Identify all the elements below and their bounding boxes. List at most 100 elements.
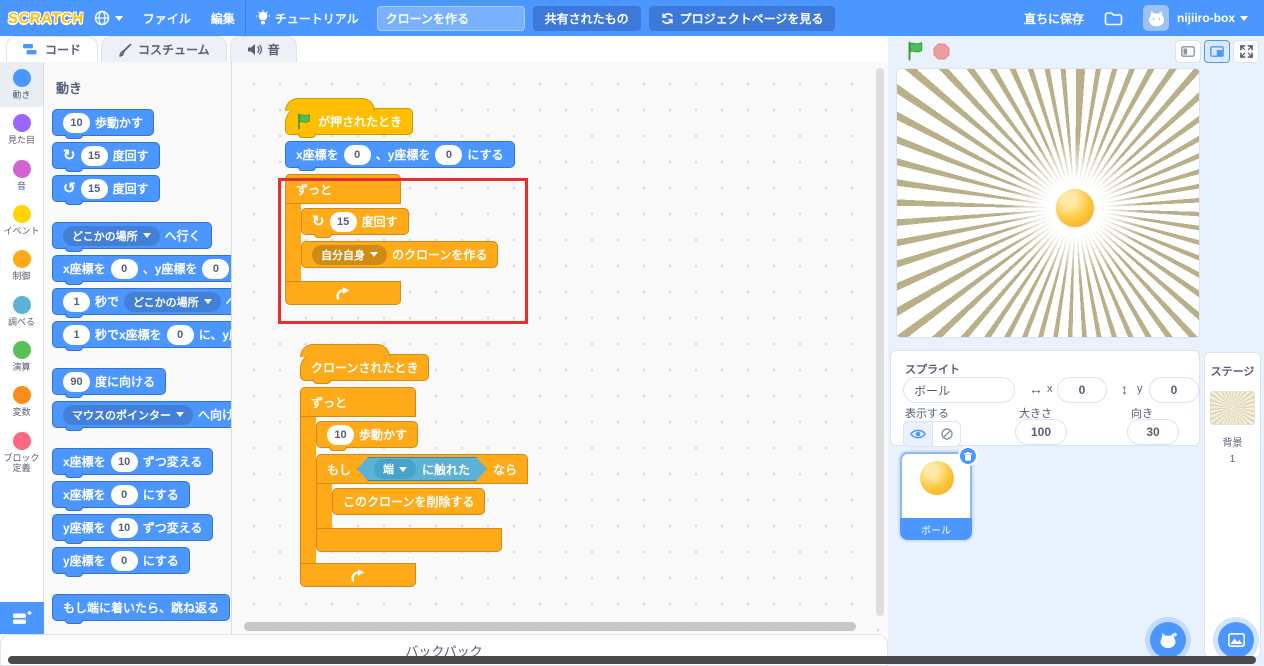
palette-block[interactable]: 10歩動かす [52, 109, 154, 136]
sprite-x-input[interactable] [1057, 377, 1107, 403]
block-number-input[interactable]: 0 [435, 145, 462, 165]
palette-block[interactable]: x座標を0にする [52, 481, 190, 508]
move-steps-block[interactable]: 10 歩動かす [316, 421, 418, 448]
block-dropdown[interactable]: 端 [374, 459, 416, 479]
when-flag-clicked-block[interactable]: が押されたとき [285, 108, 413, 135]
block-dropdown[interactable]: マウスのポインター [63, 405, 193, 425]
block-number-input[interactable]: 0 [111, 485, 138, 505]
script-area[interactable]: が押されたとき x座標を 0 、y座標を 0 にする ずっと ↻ 15 度回す [232, 62, 888, 634]
block-number-input[interactable]: 1 [63, 292, 90, 312]
add-sprite-button[interactable] [1150, 622, 1186, 658]
fullscreen-button[interactable] [1233, 40, 1259, 63]
stage-panel-area: スプライト ↔ x ↕ y 表示する 大きさ 向き ボール ステージ 背景 [888, 36, 1264, 666]
save-now-button[interactable]: 直ちに保存 [1014, 0, 1094, 36]
palette-block[interactable]: x座標を0、y座標を0にする [52, 255, 232, 282]
when-cloned-block[interactable]: クローンされたとき [300, 354, 429, 381]
block-number-input[interactable]: 15 [330, 212, 357, 232]
canvas-vertical-scrollbar[interactable] [876, 68, 884, 616]
ball-sprite[interactable] [1056, 189, 1094, 227]
sprite-direction-input[interactable] [1127, 419, 1179, 445]
block-number-input[interactable]: 15 [81, 179, 108, 199]
scratch-logo[interactable]: SCRATCH [7, 10, 84, 27]
palette-block[interactable]: 1秒でどこかの場所へ行く [52, 288, 232, 315]
language-selector[interactable] [84, 0, 133, 36]
category-item[interactable]: 調べる [0, 289, 43, 334]
script-stack-clone[interactable]: クローンされたとき ずっと 10 歩動かす もし 端 に [300, 342, 528, 591]
default-stage-button[interactable] [1204, 40, 1230, 63]
tab-sounds[interactable]: 音 [230, 36, 297, 62]
shared-button[interactable]: 共有されたもの [533, 6, 641, 31]
sprite-name-input[interactable] [903, 377, 1015, 403]
avatar[interactable] [1143, 5, 1169, 31]
add-backdrop-button[interactable] [1218, 622, 1254, 658]
block-dropdown[interactable]: どこかの場所 [63, 226, 160, 246]
delete-sprite-button[interactable] [958, 446, 978, 466]
forever-block[interactable]: ずっと ↻ 15 度回す 自分自身 のクローンを作る [285, 174, 498, 305]
category-item[interactable]: ブロック定義 [0, 425, 43, 481]
touching-boolean-block[interactable]: 端 に触れた [357, 457, 487, 481]
palette-block[interactable]: y座標を10ずつ変える [52, 514, 213, 541]
palette-block[interactable]: 1秒でx座標を0に、y座標を0 [52, 321, 232, 348]
block-number-input[interactable]: 10 [111, 452, 138, 472]
category-item[interactable]: 変数 [0, 379, 43, 424]
category-item[interactable]: 音 [0, 153, 43, 198]
block-number-input[interactable]: 10 [111, 518, 138, 538]
block-number-input[interactable]: 0 [111, 259, 138, 279]
menu-file[interactable]: ファイル [133, 0, 201, 36]
if-block[interactable]: もし 端 に触れた なら このクローンを削除する [316, 454, 528, 552]
green-flag-button[interactable] [906, 41, 926, 61]
block-number-input[interactable]: 10 [327, 425, 354, 445]
page-scrollbar[interactable] [8, 656, 1256, 664]
palette-block[interactable]: x座標を10ずつ変える [52, 448, 213, 475]
category-item[interactable]: 動き [0, 62, 43, 107]
script-stack-flag[interactable]: が押されたとき x座標を 0 、y座標を 0 にする ずっと ↻ 15 度回す [285, 96, 515, 309]
add-extension-button[interactable] [0, 602, 44, 634]
tab-code[interactable]: コード [6, 36, 98, 62]
see-project-page-button[interactable]: プロジェクトページを見る [649, 6, 836, 31]
delete-clone-block[interactable]: このクローンを削除する [332, 488, 485, 515]
sprite-y-input[interactable] [1149, 377, 1199, 403]
palette-block[interactable]: y座標を0にする [52, 547, 190, 574]
palette-block[interactable]: マウスのポインターへ向ける [52, 401, 232, 428]
stage[interactable] [896, 68, 1200, 338]
canvas-horizontal-scrollbar[interactable] [244, 622, 856, 631]
palette-block[interactable]: どこかの場所へ行く [52, 222, 212, 249]
category-item[interactable]: 制御 [0, 243, 43, 288]
show-sprite-button[interactable] [904, 422, 932, 446]
palette-block[interactable]: 90度に向ける [52, 368, 166, 395]
block-number-input[interactable]: 90 [63, 372, 90, 392]
trash-icon [964, 452, 972, 461]
palette-block[interactable]: ↺15度回す [52, 175, 160, 202]
tab-costumes[interactable]: コスチューム [101, 36, 227, 62]
block-number-input[interactable]: 0 [167, 325, 194, 345]
sprite-size-input[interactable] [1015, 419, 1067, 445]
hide-sprite-button[interactable] [932, 422, 960, 446]
stop-button[interactable] [933, 43, 950, 60]
sprite-list-item[interactable]: ボール [900, 452, 972, 540]
small-stage-button[interactable] [1175, 40, 1201, 63]
category-label: 動き [12, 90, 30, 100]
menu-edit[interactable]: 編集 [201, 0, 245, 36]
block-number-input[interactable]: 15 [81, 146, 108, 166]
block-dropdown[interactable]: どこかの場所 [124, 292, 221, 312]
block-dropdown[interactable]: 自分自身 [312, 245, 387, 265]
block-number-input[interactable]: 0 [202, 259, 229, 279]
forever-block[interactable]: ずっと 10 歩動かす もし 端 に触れた [300, 387, 528, 587]
account-menu[interactable]: nijiiro-box [1175, 0, 1258, 36]
create-clone-block[interactable]: 自分自身 のクローンを作る [301, 241, 498, 268]
block-number-input[interactable]: 1 [63, 325, 90, 345]
category-item[interactable]: イベント [0, 198, 43, 243]
category-item[interactable]: 演算 [0, 334, 43, 379]
block-number-input[interactable]: 0 [344, 145, 371, 165]
project-name-input[interactable] [377, 6, 525, 31]
category-item[interactable]: 見た目 [0, 107, 43, 152]
menu-tutorials[interactable]: チュートリアル [246, 0, 369, 36]
turn-right-block[interactable]: ↻ 15 度回す [301, 208, 409, 235]
block-number-input[interactable]: 10 [63, 113, 90, 133]
my-stuff-button[interactable] [1094, 0, 1133, 36]
stage-selector[interactable]: ステージ 背景 1 [1204, 352, 1261, 658]
goto-xy-block[interactable]: x座標を 0 、y座標を 0 にする [285, 141, 515, 168]
palette-block[interactable]: ↻15度回す [52, 142, 160, 169]
block-number-input[interactable]: 0 [111, 551, 138, 571]
palette-block[interactable]: もし端に着いたら、跳ね返る [52, 594, 230, 621]
